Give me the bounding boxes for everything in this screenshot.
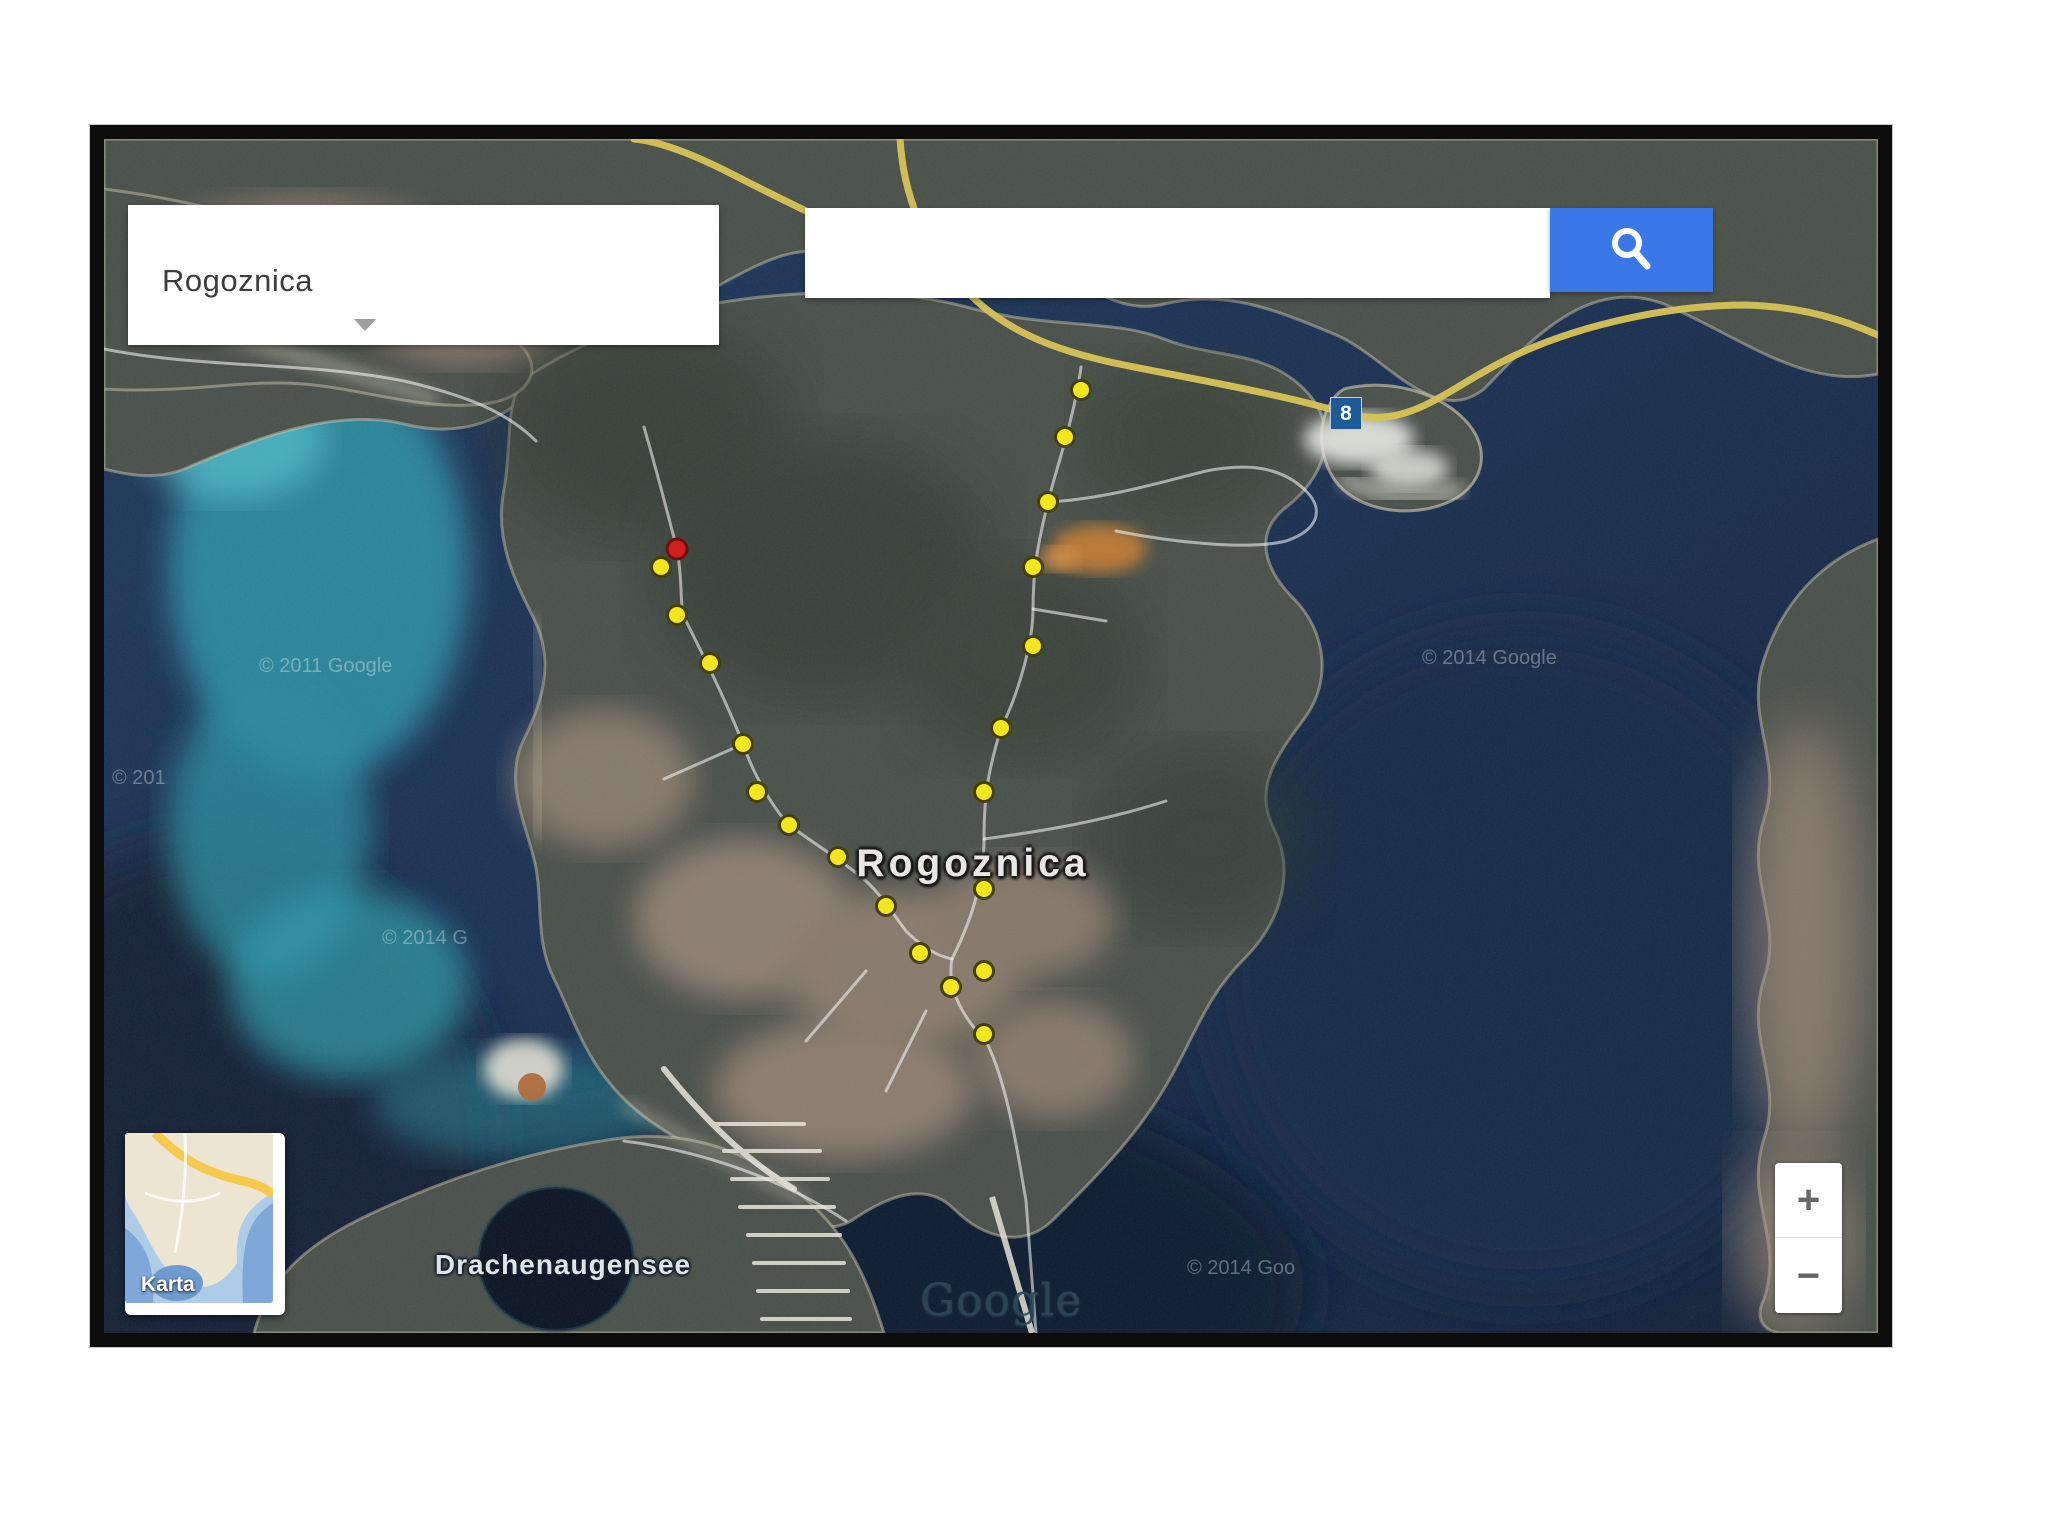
- route-marker-yellow[interactable]: [1070, 379, 1092, 401]
- route-marker-yellow[interactable]: [827, 846, 849, 868]
- route-marker-yellow[interactable]: [973, 781, 995, 803]
- zoom-out-button[interactable]: −: [1775, 1238, 1842, 1313]
- route-marker-yellow[interactable]: [1022, 556, 1044, 578]
- karta-label: Karta: [141, 1273, 195, 1297]
- copyright-text: © 2011 Google: [259, 655, 392, 678]
- route-marker-red[interactable]: [666, 538, 689, 561]
- zoom-control: + −: [1775, 1163, 1842, 1313]
- route-marker-yellow[interactable]: [875, 895, 897, 917]
- place-name: Rogoznica: [162, 263, 313, 299]
- route-marker-yellow[interactable]: [973, 878, 995, 900]
- route-marker-yellow[interactable]: [1022, 635, 1044, 657]
- route-marker-yellow[interactable]: [1037, 491, 1059, 513]
- road-number-badge: 8: [1330, 397, 1362, 430]
- copyright-text: © 2014 Google: [1422, 647, 1557, 670]
- zoom-in-button[interactable]: +: [1775, 1163, 1842, 1238]
- route-marker-yellow[interactable]: [732, 733, 754, 755]
- route-marker-yellow[interactable]: [940, 976, 962, 998]
- copyright-text: © 201: [112, 767, 166, 790]
- route-marker-yellow[interactable]: [746, 781, 768, 803]
- search-icon: [1604, 222, 1660, 278]
- route-marker-yellow[interactable]: [650, 556, 672, 578]
- place-info-box[interactable]: Rogoznica: [128, 205, 719, 345]
- city-label: Rogoznica: [856, 842, 1089, 886]
- copyright-text: © 2014 G: [382, 927, 468, 950]
- route-marker-yellow[interactable]: [973, 960, 995, 982]
- route-marker-yellow[interactable]: [909, 942, 931, 964]
- route-marker-yellow[interactable]: [990, 717, 1012, 739]
- copyright-text: © 2014 Goo: [1187, 1257, 1295, 1280]
- chevron-down-icon[interactable]: [354, 319, 376, 331]
- route-marker-yellow[interactable]: [778, 814, 800, 836]
- search-input[interactable]: [805, 208, 1550, 298]
- page: { "place_box": { "label": "Rogoznica" },…: [0, 0, 2048, 1536]
- google-watermark: Google: [920, 1275, 1082, 1326]
- route-marker-yellow[interactable]: [699, 652, 721, 674]
- route-marker-yellow[interactable]: [973, 1023, 995, 1045]
- route-marker-yellow[interactable]: [1054, 426, 1076, 448]
- lake-label: Drachenaugensee: [435, 1249, 691, 1281]
- map-type-toggle[interactable]: Karta: [125, 1133, 285, 1315]
- route-marker-yellow[interactable]: [666, 604, 688, 626]
- search-button[interactable]: [1550, 208, 1713, 292]
